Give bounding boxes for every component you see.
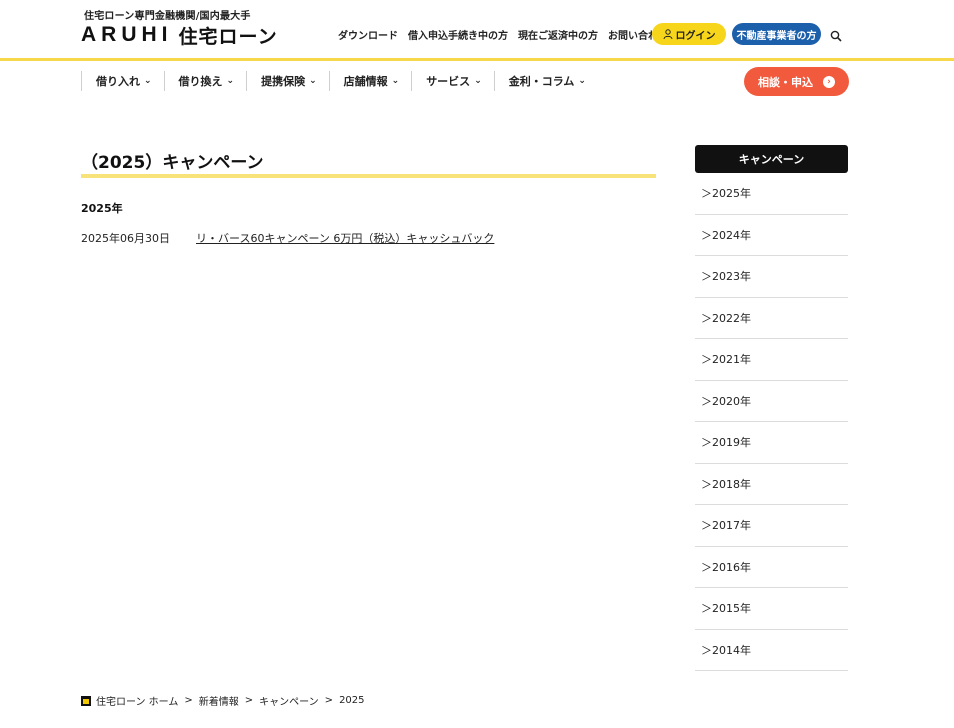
real-estate-business-button[interactable]: 不動産事業者の方	[732, 23, 821, 45]
header-tagline: 住宅ローン専門金融機関/国内最大手	[84, 11, 251, 22]
download-link[interactable]: ダウンロード	[338, 27, 398, 42]
consult-label: 相談・申込	[758, 75, 813, 89]
sidebar-item-2018[interactable]: ＞2018年	[695, 464, 848, 505]
breadcrumb-home[interactable]: 住宅ローン ホーム	[96, 693, 178, 708]
breadcrumb-separator: >	[324, 695, 334, 706]
sidebar-item-2016[interactable]: ＞2016年	[695, 547, 848, 588]
nav-label: 借り入れ	[96, 75, 140, 88]
logo-text-u: U	[121, 23, 141, 47]
sidebar-item-2017[interactable]: ＞2017年	[695, 505, 848, 547]
nav-label: 店舗情報	[343, 75, 388, 88]
sidebar-item-2022[interactable]: ＞2022年	[695, 298, 848, 339]
news-date: 2025年06月30日	[81, 232, 170, 245]
nav-label: 借り換え	[178, 75, 223, 88]
chevron-down-icon: ⌄	[391, 76, 400, 86]
search-button[interactable]	[830, 27, 844, 42]
sidebar-item-2015[interactable]: ＞2015年	[695, 588, 848, 630]
login-button[interactable]: ログイン	[652, 23, 726, 45]
logo-wordmark: AR U HI	[81, 23, 173, 47]
nav-rates-column[interactable]: 金利・コラム ⌄	[493, 71, 598, 91]
year-heading: 2025年	[81, 202, 123, 215]
nav-label: 提携保険	[261, 75, 306, 88]
logo-text-ar: AR	[81, 23, 122, 46]
header-yellow-rule	[0, 58, 954, 61]
breadcrumb-separator: >	[184, 695, 193, 706]
sidebar-item-2024[interactable]: ＞2024年	[695, 215, 848, 256]
nav-borrowing[interactable]: 借り入れ ⌄	[81, 71, 164, 91]
nav-insurance[interactable]: 提携保険 ⌄	[246, 71, 329, 91]
home-icon	[81, 695, 91, 706]
sidebar-item-2025[interactable]: ＞2025年	[695, 173, 848, 215]
title-underline	[81, 174, 656, 178]
logo-u-letter: U	[121, 23, 142, 46]
sidebar-item-2023[interactable]: ＞2023年	[695, 256, 848, 298]
chevron-down-icon: ⌄	[309, 76, 317, 86]
chevron-down-icon: ⌄	[144, 76, 152, 86]
sidebar-item-2014[interactable]: ＞2014年	[695, 630, 848, 671]
user-icon	[663, 29, 672, 39]
breadcrumb: 住宅ローン ホーム > 新着情報 > キャンペーン > 2025	[81, 693, 365, 708]
news-item: 2025年06月30日 リ・バース60キャンペーン 6万円（税込）キャッシュバッ…	[81, 230, 494, 246]
nav-services[interactable]: サービス ⌄	[411, 71, 494, 91]
logo-jp-text: 住宅ローン	[178, 25, 278, 48]
chevron-down-icon: ⌄	[474, 76, 482, 86]
site-header: 住宅ローン専門金融機関/国内最大手 AR U HI 住宅ローン ダウンロード 借…	[0, 0, 954, 58]
sidebar-year-list: ＞2025年 ＞2024年 ＞2023年 ＞2022年 ＞2021年 ＞2020…	[695, 173, 848, 671]
news-title-link[interactable]: リ・バース60キャンペーン 6万円（税込）キャッシュバック	[196, 230, 494, 246]
sidebar-item-2019[interactable]: ＞2019年	[695, 422, 848, 464]
real-estate-label: 不動産事業者の方	[736, 30, 817, 42]
sidebar-item-2020[interactable]: ＞2020年	[695, 381, 848, 422]
main-navigation: 借り入れ ⌄ 借り換え ⌄ 提携保険 ⌄ 店舗情報 ⌄ サービス ⌄ 金利・コラム ⌄	[81, 70, 598, 92]
breadcrumb-campaign[interactable]: キャンペーン	[259, 693, 319, 708]
page-title: （2025）キャンペーン	[81, 153, 264, 173]
arrow-right-icon: ›	[823, 75, 835, 88]
repaying-link[interactable]: 現在ご返済中の方	[518, 27, 598, 42]
chevron-down-icon: ⌄	[578, 76, 586, 86]
breadcrumb-news[interactable]: 新着情報	[199, 693, 239, 708]
logo-text-hi: HI	[141, 23, 173, 46]
consult-apply-button[interactable]: 相談・申込 ›	[744, 67, 849, 96]
nav-refinance[interactable]: 借り換え ⌄	[163, 71, 247, 91]
login-label: ログイン	[675, 30, 716, 42]
chevron-down-icon: ⌄	[226, 76, 235, 86]
nav-stores[interactable]: 店舗情報 ⌄	[328, 71, 412, 91]
sidebar-item-2021[interactable]: ＞2021年	[695, 339, 848, 381]
breadcrumb-current: 2025	[339, 695, 365, 706]
sidebar-heading: キャンペーン	[695, 145, 848, 173]
application-in-progress-link[interactable]: 借入申込手続き中の方	[408, 27, 508, 42]
nav-label: 金利・コラム	[508, 75, 575, 88]
nav-label: サービス	[426, 75, 471, 88]
aruhi-logo[interactable]: AR U HI 住宅ローン	[81, 23, 278, 48]
search-icon	[830, 30, 842, 42]
breadcrumb-separator: >	[244, 695, 254, 706]
header-links: ダウンロード 借入申込手続き中の方 現在ご返済中の方 お問い合わせ	[338, 27, 678, 42]
